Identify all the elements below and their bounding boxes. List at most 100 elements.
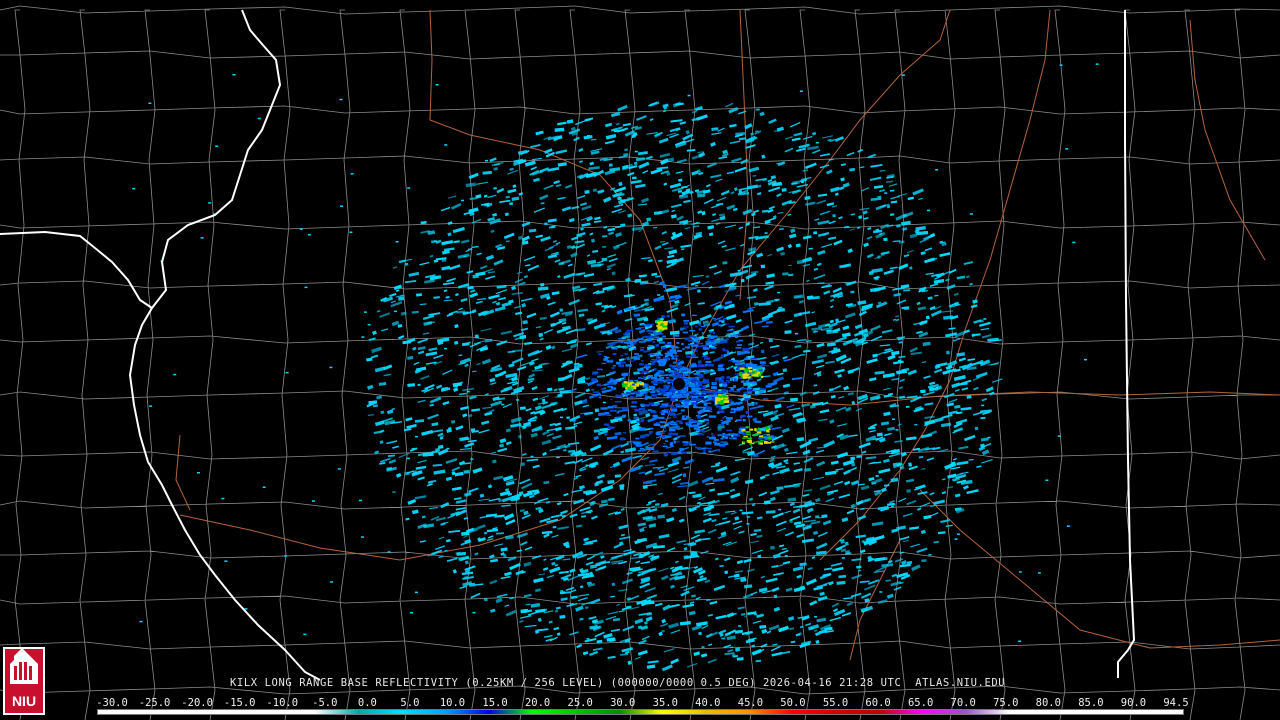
echo-core xyxy=(724,436,728,439)
echo-core xyxy=(736,344,742,346)
echo-core xyxy=(748,378,753,380)
echo xyxy=(519,406,526,410)
echo-core xyxy=(658,341,665,344)
echo-core xyxy=(619,437,625,441)
echo-core xyxy=(695,349,698,352)
echo-core xyxy=(692,314,697,316)
echo-core xyxy=(649,402,654,406)
echo xyxy=(463,469,470,474)
echo-core xyxy=(660,358,668,362)
echo-core xyxy=(591,378,597,382)
echo-core xyxy=(718,424,721,426)
echo-core xyxy=(612,370,617,373)
echo-core xyxy=(646,390,651,393)
echo-core xyxy=(626,329,634,332)
echo-core xyxy=(735,335,739,338)
echo-core xyxy=(750,357,757,360)
echo-core xyxy=(676,365,682,367)
echo-core xyxy=(683,326,689,328)
echo-core xyxy=(698,394,701,396)
echo-core xyxy=(705,341,712,343)
echo-core xyxy=(681,390,685,392)
echo-core xyxy=(713,339,718,341)
echo-core xyxy=(676,341,680,344)
echo-core xyxy=(684,398,690,402)
echo-core xyxy=(737,363,743,366)
echo-core xyxy=(675,428,678,430)
echo-core xyxy=(629,379,634,382)
echo xyxy=(782,272,789,276)
echo xyxy=(926,315,930,320)
echo-core xyxy=(653,423,661,426)
echo-core xyxy=(730,401,734,404)
echo-core xyxy=(679,448,685,451)
echo xyxy=(877,255,881,259)
echo-core xyxy=(633,441,640,445)
echo-core xyxy=(689,330,696,332)
echo-core xyxy=(650,360,657,363)
echo-core xyxy=(651,369,654,372)
echo-core xyxy=(674,367,678,370)
echo-core xyxy=(628,360,634,362)
echo-core xyxy=(650,364,656,366)
echo-core xyxy=(659,405,667,408)
echo-core xyxy=(663,443,666,445)
echo-core xyxy=(741,387,748,390)
echo-core xyxy=(737,398,741,400)
echo-core xyxy=(660,333,664,335)
echo-core xyxy=(683,444,689,446)
echo-core xyxy=(708,415,716,418)
echo-core xyxy=(694,370,699,372)
echo-core xyxy=(647,344,654,347)
echo-core xyxy=(654,376,657,380)
echo-core xyxy=(700,326,706,328)
echo-core xyxy=(671,433,674,436)
echo xyxy=(607,479,615,484)
echo-core xyxy=(591,389,595,391)
echo-core xyxy=(667,425,670,428)
echo-core xyxy=(672,355,679,357)
echo-core xyxy=(593,395,597,398)
echo-core xyxy=(722,416,725,419)
echo-core xyxy=(647,447,655,450)
echo-core xyxy=(682,372,688,375)
echo-core xyxy=(763,398,769,400)
echo xyxy=(518,434,522,439)
echo-core xyxy=(655,372,660,375)
echo-core xyxy=(724,341,728,343)
echo-core xyxy=(761,363,765,366)
echo-core xyxy=(706,447,712,450)
echo-core xyxy=(659,421,666,424)
echo xyxy=(591,501,596,504)
echo-core xyxy=(639,448,645,450)
echo-core xyxy=(718,448,721,452)
echo-core xyxy=(630,405,637,408)
echo-core xyxy=(697,447,702,450)
echo-core xyxy=(614,401,622,403)
echo-core xyxy=(667,381,671,384)
echo-core xyxy=(735,419,742,421)
echo-core xyxy=(726,422,729,425)
echo xyxy=(736,657,744,661)
echo-core xyxy=(698,432,703,434)
echo-core xyxy=(668,379,672,382)
echo-core xyxy=(646,330,654,333)
echo xyxy=(946,350,950,355)
echo-core xyxy=(744,357,748,360)
echo-core xyxy=(641,419,645,422)
radar-map[interactable] xyxy=(0,0,1280,720)
echo-core xyxy=(665,377,670,379)
echo-core xyxy=(635,437,640,440)
echo-core xyxy=(611,348,618,350)
echo-core xyxy=(625,331,630,335)
echo-core xyxy=(717,434,722,436)
echo xyxy=(566,416,570,419)
echo-core xyxy=(661,412,665,415)
echo-core xyxy=(686,452,692,454)
echo-core xyxy=(618,365,623,367)
echo xyxy=(832,214,836,218)
echo xyxy=(750,132,754,136)
echo-core xyxy=(689,443,696,446)
echo-core xyxy=(661,315,666,318)
echo-core xyxy=(604,355,608,358)
